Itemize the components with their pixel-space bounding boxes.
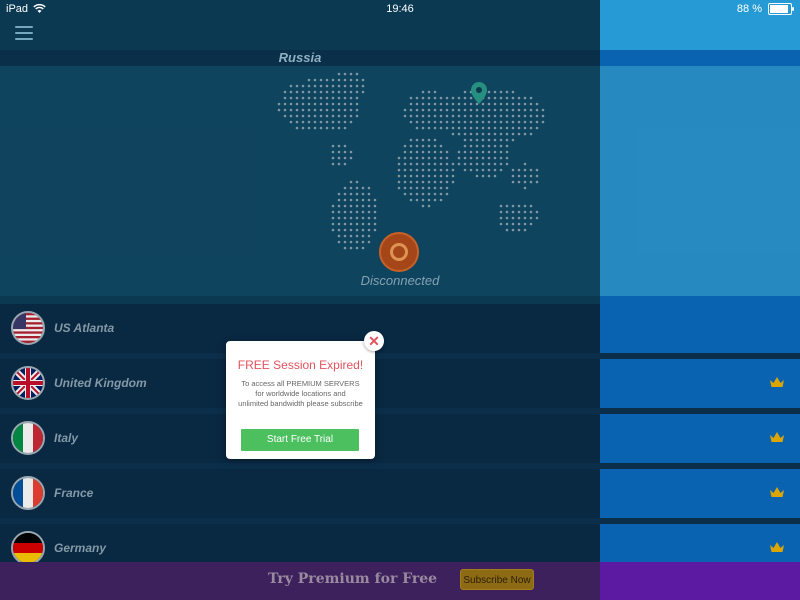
status-bar: iPad 19:46 88 % <box>0 0 800 18</box>
dialog-title: FREE Session Expired! <box>237 358 364 372</box>
premium-banner: Try Premium for Free Subscribe Now <box>0 562 800 600</box>
session-expired-dialog: FREE Session Expired! To access all PREM… <box>226 341 375 459</box>
dialog-message: To access all PREMIUM SERVERS for worldw… <box>238 379 363 408</box>
modal-backdrop[interactable] <box>0 0 800 600</box>
selected-country: Russia <box>278 50 322 65</box>
close-icon[interactable]: ✕ <box>364 331 384 351</box>
battery-percent: 88 % <box>736 3 762 15</box>
subscribe-now-button[interactable]: Subscribe Now <box>460 569 534 590</box>
start-free-trial-button[interactable]: Start Free Trial <box>241 429 359 451</box>
battery-icon <box>768 3 794 15</box>
clock: 19:46 <box>386 3 414 15</box>
banner-text: Try Premium for Free <box>268 571 438 587</box>
